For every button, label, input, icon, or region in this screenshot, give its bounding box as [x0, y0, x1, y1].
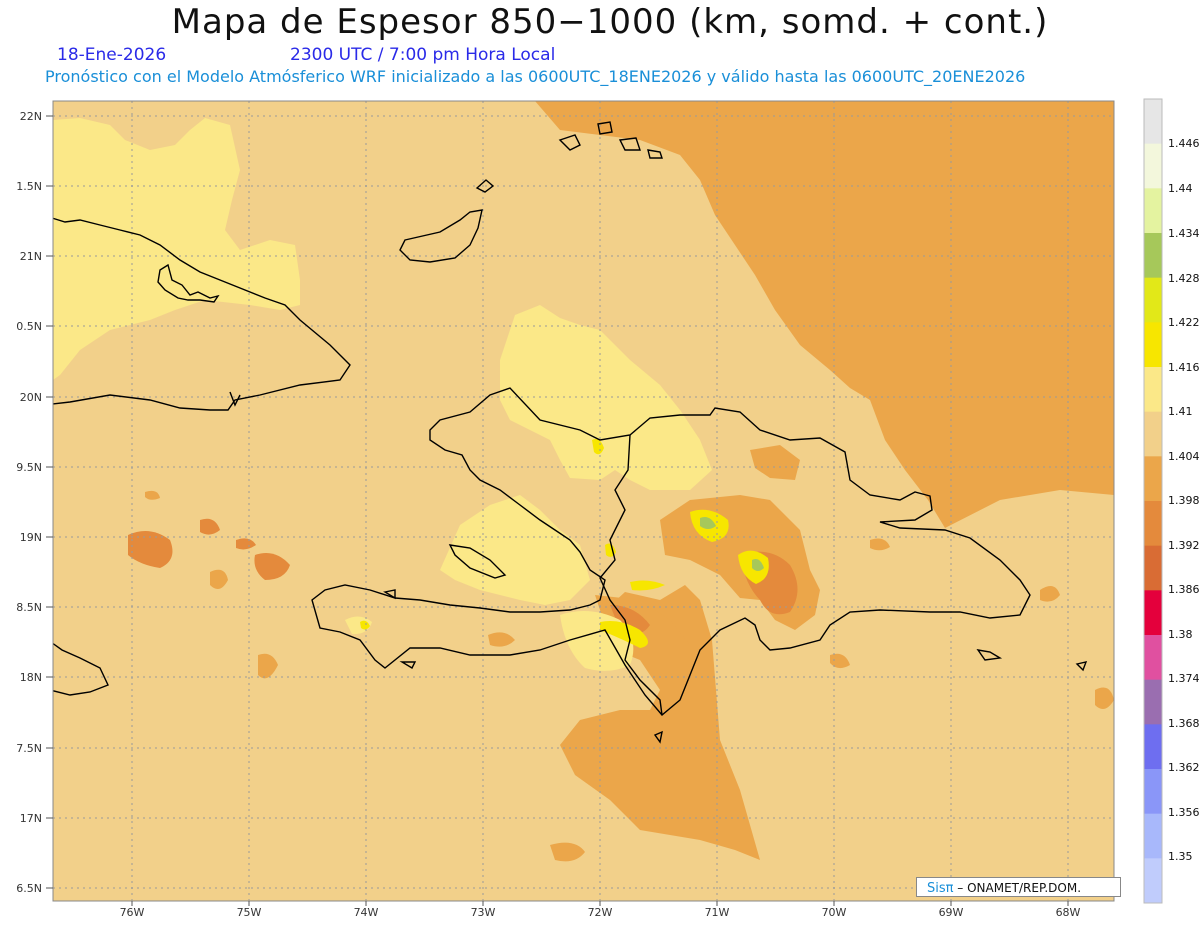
lat-ticks	[46, 115, 53, 889]
colorbar-label: 1.434	[1168, 227, 1200, 240]
colorbar-swatch	[1144, 456, 1162, 502]
lat-axis: 22N 1.5N 21N 0.5N 20N 9.5N 19N 8.5N 18N …	[16, 110, 42, 895]
colorbar-label: 1.398	[1168, 494, 1200, 507]
colorbar-swatch	[1144, 545, 1162, 591]
colorbar-swatch	[1144, 322, 1162, 368]
colorbar-label: 1.356	[1168, 806, 1200, 819]
lat-label: 6.5N	[16, 882, 42, 895]
map-field	[53, 101, 1114, 901]
lat-label: 19N	[20, 531, 42, 544]
lat-label: 22N	[20, 110, 42, 123]
colorbar-swatch	[1144, 277, 1162, 323]
lon-axis: 76W 75W 74W 73W 72W 71W 70W 69W 68W	[120, 906, 1081, 919]
lon-label: 70W	[822, 906, 847, 919]
lat-label: 18N	[20, 671, 42, 684]
colorbar-swatch	[1144, 724, 1162, 770]
lat-label: 0.5N	[16, 320, 42, 333]
lat-label: 17N	[20, 812, 42, 825]
lat-label: 20N	[20, 391, 42, 404]
colorbar-swatch	[1144, 635, 1162, 681]
colorbar-label: 1.41	[1168, 405, 1193, 418]
colorbar-swatch	[1144, 813, 1162, 859]
lat-label: 8.5N	[16, 601, 42, 614]
colorbar-label: 1.38	[1168, 628, 1193, 641]
lon-label: 69W	[939, 906, 964, 919]
lat-label: 7.5N	[16, 742, 42, 755]
colorbar-label: 1.428	[1168, 272, 1200, 285]
colorbar-label: 1.386	[1168, 583, 1200, 596]
lat-label: 1.5N	[16, 180, 42, 193]
lat-label: 9.5N	[16, 461, 42, 474]
lon-label: 75W	[237, 906, 262, 919]
colorbar-swatch	[1144, 188, 1162, 234]
colorbar-label: 1.416	[1168, 361, 1200, 374]
lat-label: 21N	[20, 250, 42, 263]
colorbar-swatch	[1144, 858, 1162, 904]
colorbar-swatch	[1144, 99, 1162, 145]
colorbar-label: 1.368	[1168, 717, 1200, 730]
colorbar-swatch	[1144, 143, 1162, 189]
colorbar-label: 1.392	[1168, 539, 1200, 552]
colorbar-label: 1.446	[1168, 137, 1200, 150]
thickness-map: 22N 1.5N 21N 0.5N 20N 9.5N 19N 8.5N 18N …	[16, 98, 1163, 919]
colorbar-label: 1.362	[1168, 761, 1200, 774]
colorbar-swatch	[1144, 501, 1162, 547]
colorbar-label: 1.404	[1168, 450, 1200, 463]
colorbar-label: 1.44	[1168, 182, 1193, 195]
lon-label: 71W	[705, 906, 730, 919]
lon-label: 72W	[588, 906, 613, 919]
colorbar	[1143, 98, 1163, 904]
colorbar-label: 1.422	[1168, 316, 1200, 329]
credit-text: – ONAMET/REP.DOM.	[957, 881, 1082, 895]
lon-label: 73W	[471, 906, 496, 919]
colorbar-swatch	[1144, 233, 1162, 279]
credit-box: Sisπ – ONAMET/REP.DOM.	[916, 877, 1121, 897]
lon-label: 76W	[120, 906, 145, 919]
colorbar-swatch	[1144, 769, 1162, 815]
lon-ticks	[131, 901, 1069, 906]
colorbar-label: 1.374	[1168, 672, 1200, 685]
colorbar-swatch	[1144, 590, 1162, 636]
lon-label: 74W	[354, 906, 379, 919]
colorbar-swatch	[1144, 679, 1162, 725]
colorbar-swatch	[1144, 367, 1162, 413]
sispi-logo: Sisπ	[927, 881, 954, 896]
lon-label: 68W	[1056, 906, 1081, 919]
colorbar-label: 1.35	[1168, 850, 1193, 863]
colorbar-swatch	[1144, 411, 1162, 457]
